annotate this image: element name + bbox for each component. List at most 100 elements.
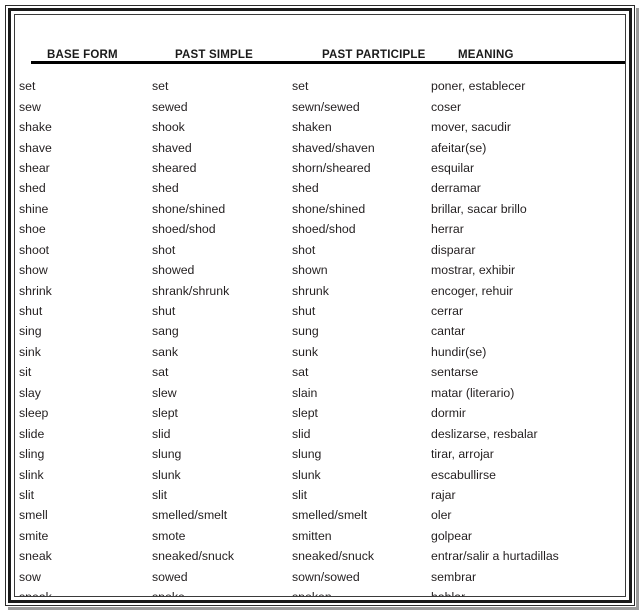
cell-past-participle: shot xyxy=(292,242,316,257)
header-spacer-cell xyxy=(19,64,625,77)
cell-base-form: smite xyxy=(19,528,49,543)
cell-past-participle: slung xyxy=(292,447,322,462)
cell-past-participle: shorn/sheared xyxy=(292,160,371,175)
table-row: sow sowed sown/sowed sembrar xyxy=(19,567,625,587)
cell-past-simple: slung xyxy=(152,447,182,462)
table-row: slide slid slid deslizarse, resbalar xyxy=(19,424,625,444)
table-row: shine shone/shined shone/shined brillar, sa… xyxy=(19,199,625,219)
cell-meaning: afeitar(se) xyxy=(431,140,487,155)
cell-past-simple: sowed xyxy=(152,569,188,584)
cell-past-simple: slid xyxy=(152,426,171,441)
cell-past-simple: sneaked/snuck xyxy=(152,549,235,564)
table-row: speakspokespokenhablar xyxy=(19,587,625,596)
cell-past-participle: sung xyxy=(292,324,319,339)
table-row: slay slew slain matar (literario) xyxy=(19,383,625,403)
cell-past-participle: smelled/smelt xyxy=(292,508,368,523)
cell-meaning: matar (literario) xyxy=(431,385,515,400)
table-row: sing sang sung cantar xyxy=(19,322,625,342)
table-row: smite smote smitten golpear xyxy=(19,526,625,546)
cell-past-participle: shaved/shaven xyxy=(292,140,375,155)
cell-meaning: coser xyxy=(431,99,462,114)
table-row: sit sat sat sentarse xyxy=(19,363,625,383)
cell-meaning: esquilar xyxy=(431,160,475,175)
cell-base-form: sit xyxy=(19,365,32,380)
cell-past-participle: smitten xyxy=(292,528,332,543)
cell-past-simple: set xyxy=(152,79,169,94)
cell-meaning: cerrar xyxy=(431,304,464,319)
cell-past-simple: shoed/shod xyxy=(152,222,216,237)
cell-meaning: entrar/salir a hurtadillas xyxy=(431,549,559,564)
cell-meaning: herrar xyxy=(431,222,464,237)
page-border-middle: BASE FORM PAST SIMPLE PAST PARTICIPLE ME… xyxy=(8,8,632,603)
table-row: shave shaved shaved/shaven afeitar(se) xyxy=(19,138,625,158)
cell-base-form: slide xyxy=(19,426,45,441)
cell-past-simple: sank xyxy=(152,344,178,359)
cell-past-participle: shaken xyxy=(292,120,332,135)
cell-past-participle: shown xyxy=(292,263,328,278)
cell-base-form: shed xyxy=(19,181,46,196)
cell-base-form: speak xyxy=(19,587,152,596)
cell-base-form: slay xyxy=(19,385,41,400)
cell-past-participle: sewn/sewed xyxy=(292,99,360,114)
cell-base-form: sleep xyxy=(19,406,49,421)
cell-base-form: shut xyxy=(19,304,43,319)
cell-meaning: dormir xyxy=(431,406,466,421)
frame-shadow-bottom xyxy=(8,607,639,610)
cell-meaning: disparar xyxy=(431,242,476,257)
table-row: shake shook shaken mover, sacudir xyxy=(19,117,625,137)
column-header-meaning: MEANING xyxy=(458,49,514,61)
cell-past-simple: sewed xyxy=(152,99,188,114)
cell-base-form: sew xyxy=(19,99,41,114)
cell-base-form: shake xyxy=(19,120,52,135)
cell-past-participle: slept xyxy=(292,406,318,421)
cell-meaning: hablar xyxy=(431,587,625,596)
cell-meaning: encoger, rehuir xyxy=(431,283,514,298)
cell-past-simple: sang xyxy=(152,324,179,339)
cell-past-simple: slit xyxy=(152,487,168,502)
cell-meaning: golpear xyxy=(431,528,473,543)
cell-base-form: sow xyxy=(19,569,41,584)
table-row: sleep slept slept dormir xyxy=(19,404,625,424)
table-row: show showed shown mostrar, exhibir xyxy=(19,260,625,280)
cell-past-simple: shone/shined xyxy=(152,201,226,216)
cell-base-form: show xyxy=(19,263,48,278)
cell-past-simple: shed xyxy=(152,181,179,196)
page-border-outer: BASE FORM PAST SIMPLE PAST PARTICIPLE ME… xyxy=(5,5,635,606)
cell-past-participle: sneaked/snuck xyxy=(292,549,375,564)
table-row: sink sank sunk hundir(se) xyxy=(19,342,625,362)
cell-past-participle: slit xyxy=(292,487,308,502)
table-row: smell smelled/smelt smelled/smelt oler xyxy=(19,506,625,526)
cell-base-form: shrink xyxy=(19,283,52,298)
cell-past-simple: shrank/shrunk xyxy=(152,283,230,298)
cell-past-participle: shoed/shod xyxy=(292,222,356,237)
table-row: shoot shot shot disparar xyxy=(19,240,625,260)
cell-past-participle: shut xyxy=(292,304,316,319)
table-row: shrink shrank/shrunk shrunk encoger, rehuir xyxy=(19,281,625,301)
cell-past-participle: slunk xyxy=(292,467,321,482)
table-row: slink slunk slunk escabullirse xyxy=(19,465,625,485)
cell-past-simple: sheared xyxy=(152,160,197,175)
cell-meaning: cantar xyxy=(431,324,466,339)
header-row: BASE FORM PAST SIMPLE PAST PARTICIPLE ME… xyxy=(19,21,625,61)
cell-meaning: sembrar xyxy=(431,569,477,584)
table-row: shut shut shut cerrar xyxy=(19,301,625,321)
page-border-inner: BASE FORM PAST SIMPLE PAST PARTICIPLE ME… xyxy=(14,14,626,597)
cell-base-form: shave xyxy=(19,140,52,155)
cell-past-simple: shook xyxy=(152,120,185,135)
cell-past-participle: spoken xyxy=(292,587,431,596)
cell-base-form: shoe xyxy=(19,222,46,237)
frame-shadow-right xyxy=(636,8,639,608)
cell-meaning: derramar xyxy=(431,181,481,196)
table-container: BASE FORM PAST SIMPLE PAST PARTICIPLE ME… xyxy=(19,21,625,596)
cell-meaning: oler xyxy=(431,508,452,523)
cell-past-participle: sown/sowed xyxy=(292,569,360,584)
table-row: shed shed shed derramar xyxy=(19,179,625,199)
cell-base-form: shine xyxy=(19,201,49,216)
cell-past-participle: sat xyxy=(292,365,309,380)
cell-meaning: escabullirse xyxy=(431,467,496,482)
cell-base-form: slink xyxy=(19,467,44,482)
column-header-base-form: BASE FORM xyxy=(47,49,118,61)
cell-past-participle: set xyxy=(292,79,309,94)
column-header-past-simple: PAST SIMPLE xyxy=(175,49,254,61)
cell-past-participle: slain xyxy=(292,385,318,400)
